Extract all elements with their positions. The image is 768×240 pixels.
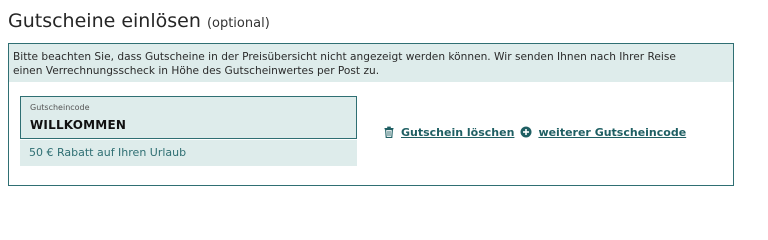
voucher-result-text: 50 € Rabatt auf Ihren Urlaub bbox=[20, 140, 357, 166]
notice-line-2: einen Verrechnungsscheck in Höhe des Gut… bbox=[13, 65, 380, 77]
notice-line-1: Bitte beachten Sie, dass Gutscheine in d… bbox=[13, 51, 676, 63]
plus-circle-icon bbox=[520, 126, 532, 138]
section-title-text: Gutscheine einlösen bbox=[8, 10, 201, 32]
voucher-actions: Gutschein löschen weiterer Gutscheincode bbox=[383, 124, 686, 140]
section-title: Gutscheine einlösen (optional) bbox=[8, 9, 270, 36]
add-voucher-link[interactable]: weiterer Gutscheincode bbox=[520, 126, 686, 139]
voucher-code-label: Gutscheincode bbox=[30, 103, 90, 112]
delete-voucher-link[interactable]: Gutschein löschen bbox=[383, 126, 514, 139]
voucher-notice: Bitte beachten Sie, dass Gutscheine in d… bbox=[9, 44, 733, 82]
delete-voucher-label: Gutschein löschen bbox=[401, 125, 515, 139]
voucher-code-field[interactable]: Gutscheincode WILLKOMMEN bbox=[20, 96, 357, 139]
optional-note: (optional) bbox=[206, 16, 270, 31]
add-voucher-label: weiterer Gutscheincode bbox=[538, 125, 687, 139]
voucher-panel: Bitte beachten Sie, dass Gutscheine in d… bbox=[8, 43, 734, 186]
trash-icon bbox=[383, 126, 395, 138]
voucher-code-value[interactable]: WILLKOMMEN bbox=[30, 118, 356, 133]
